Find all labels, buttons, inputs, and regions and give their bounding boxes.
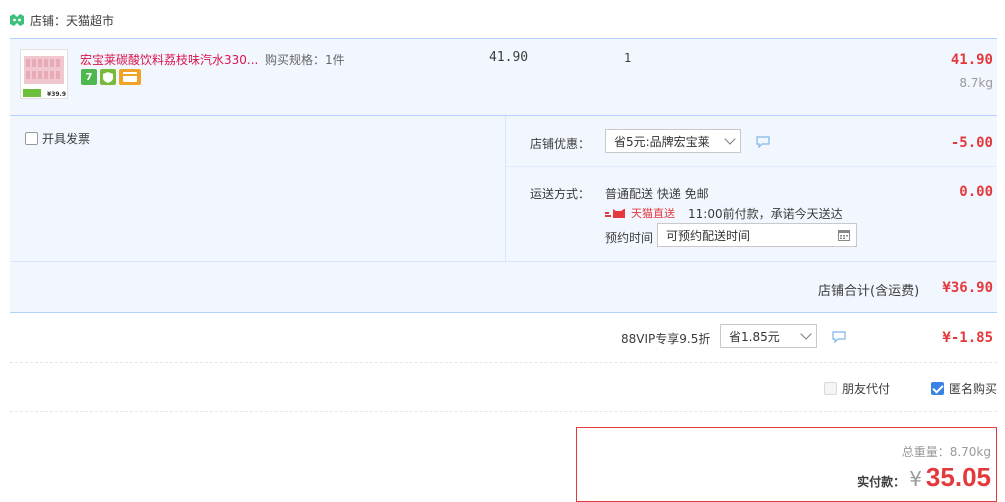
calendar-icon[interactable] [838,229,850,241]
friend-pay-checkbox[interactable] [824,382,837,395]
tmall-store-icon [10,14,24,26]
total-weight-value: 8.70kg [949,445,991,459]
quantity: 1 [624,51,632,65]
credit-card-icon[interactable] [119,69,141,85]
chevron-down-icon [800,328,812,340]
store-prefix: 店铺： [30,13,67,28]
total-weight-label: 总重量： [901,445,950,459]
shipping-method: 普通配送 快递 免邮 [605,187,709,201]
vip-discount-select[interactable]: 省1.85元 [720,324,817,348]
divider [10,411,997,412]
product-thumbnail[interactable]: ¥39.9 [20,49,68,99]
message-icon[interactable] [832,331,846,343]
shop-discount-select[interactable]: 省5元:品牌宏宝莱 [605,129,741,153]
chevron-down-icon [724,133,736,145]
unit-price: 41.90 [489,50,529,65]
service-tags: 7 [81,69,141,85]
shop-total-amount: ¥36.90 [942,280,993,296]
message-icon[interactable] [756,136,770,148]
pay-label: 实付款： [857,475,906,489]
item-weight: 8.7kg [959,76,993,90]
product-spec: 购买规格：1件 [265,51,345,68]
pay-amount: 35.05 [925,462,991,492]
shop-discount-label: 店铺优惠： [530,137,591,151]
shipping-amount: 0.00 [959,184,993,200]
extras-divider-vertical [505,116,506,261]
seven-day-return-icon[interactable]: 7 [81,69,97,85]
schedule-time-input[interactable]: 可预约配送时间 [657,223,857,247]
schedule-time-placeholder: 可预约配送时间 [666,228,751,243]
store-name-link[interactable]: 天猫超市 [66,12,114,29]
extras-divider-bottom [10,261,997,262]
shop-total-label: 店铺合计(含运费) [818,284,920,299]
vip-discount-selected: 省1.85元 [729,329,780,344]
schedule-label: 预约时间 [605,231,654,245]
store-header: 店铺： 天猫超市 [10,11,114,29]
shop-discount-amount: -5.00 [950,135,993,151]
guarantee-shield-icon[interactable] [100,69,116,85]
invoice-checkbox[interactable] [25,132,38,145]
amount-payable: 实付款： ¥ 35.05 [857,462,991,493]
vip-row-border [10,312,997,313]
vip-label: 88VIP专享9.5折 [621,332,711,346]
thumb-price: ¥39.9 [47,91,66,98]
total-weight: 总重量：8.70kg [902,443,991,460]
tmall-cat-icon [605,208,625,218]
anonymous-option[interactable]: 匿名购买 [931,380,997,397]
currency-symbol: ¥ [909,467,922,491]
divider [10,362,997,363]
product-title-link[interactable]: 宏宝莱碳酸饮料荔枝味汽水330... [80,51,258,68]
item-subtotal: 41.90 [950,52,993,68]
tmall-direct-label: 天猫直送 [631,207,675,220]
shop-discount-selected: 省5元:品牌宏宝莱 [614,134,710,149]
vip-discount-amount: ¥-1.85 [942,330,993,346]
shipping-label: 运送方式： [530,187,591,201]
anonymous-label: 匿名购买 [949,382,998,396]
delivery-promise: 11:00前付款，承诺今天送达 [688,207,843,221]
anonymous-checkbox[interactable] [931,382,944,395]
friend-pay-label: 朋友代付 [842,382,891,396]
extras-divider-horizontal [506,166,997,167]
invoice-label: 开具发票 [42,132,91,146]
friend-pay-option[interactable]: 朋友代付 [824,380,890,397]
spec-label: 购买规格： [265,53,326,67]
tmall-direct-badge: 天猫直送 [605,205,675,221]
spec-value: 1件 [325,53,345,67]
invoice-option[interactable]: 开具发票 [25,130,90,147]
